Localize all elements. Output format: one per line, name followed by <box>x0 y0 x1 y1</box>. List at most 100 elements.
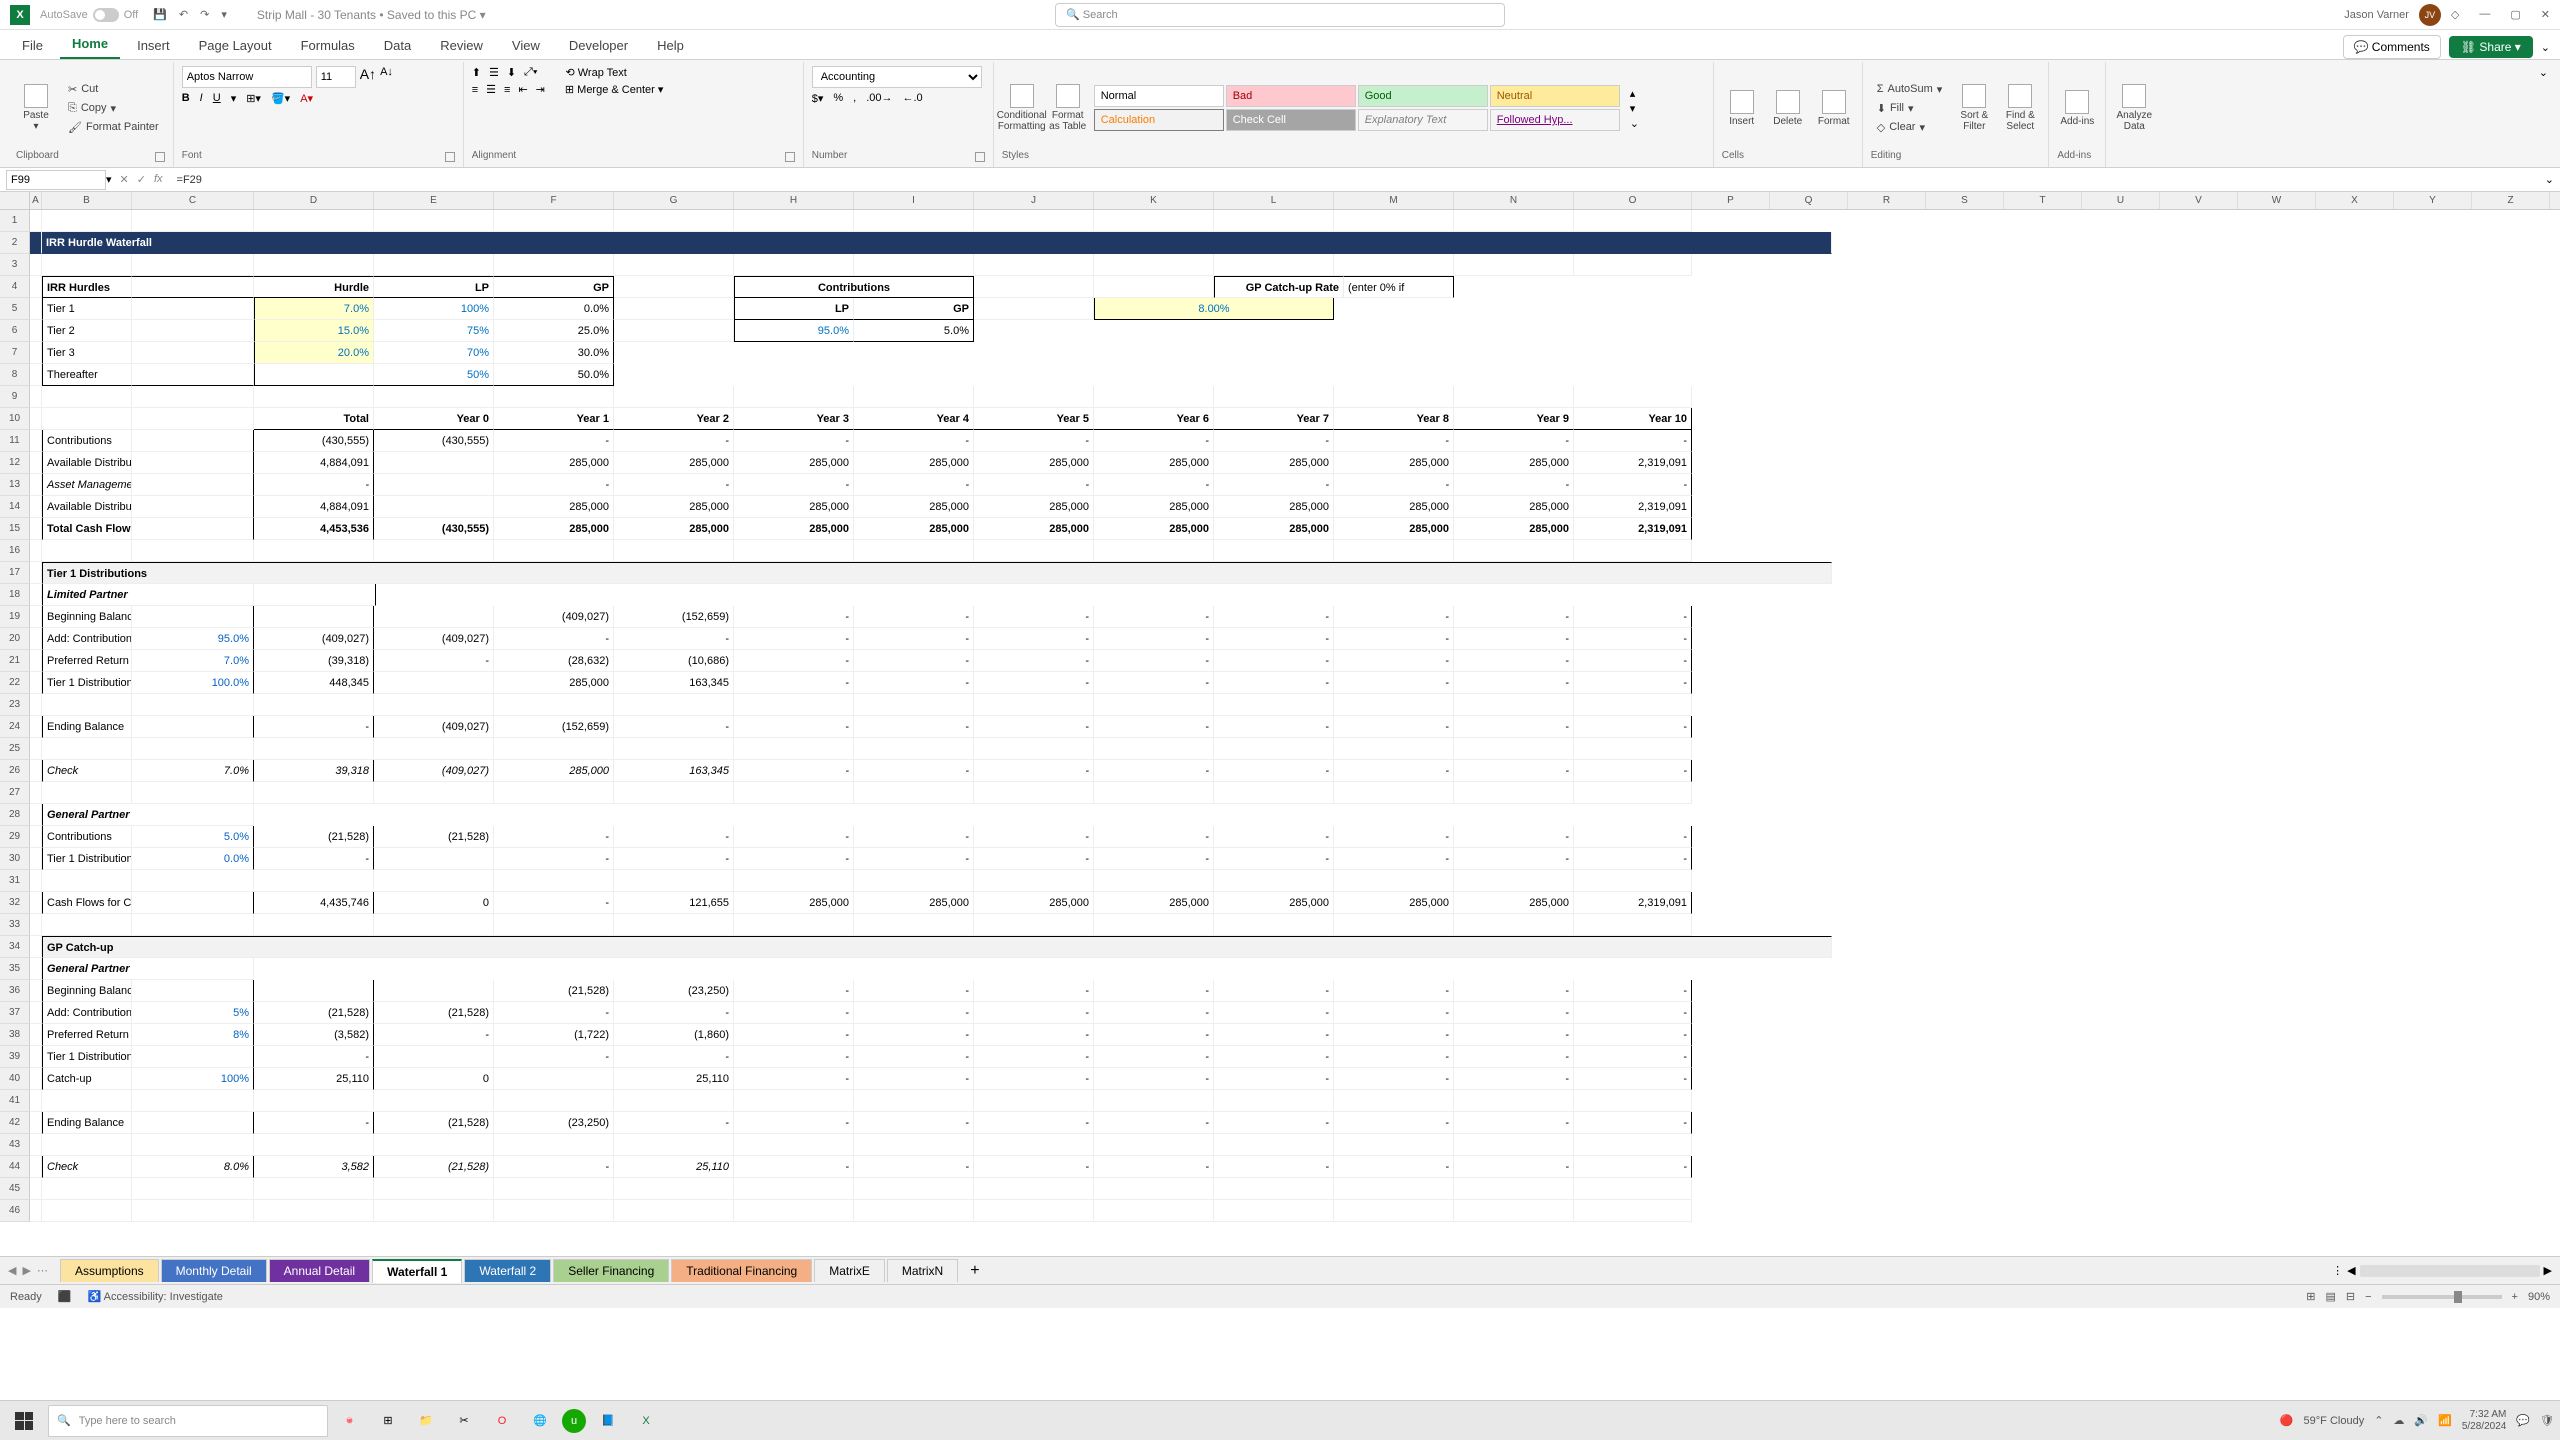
cell[interactable] <box>1334 1134 1454 1156</box>
row-header[interactable]: 40 <box>0 1068 30 1090</box>
cell[interactable]: - <box>854 716 974 738</box>
user-avatar[interactable]: JV <box>2419 4 2441 26</box>
cell[interactable]: - <box>974 650 1094 672</box>
cell[interactable] <box>30 232 42 254</box>
cell[interactable] <box>1334 1178 1454 1200</box>
cell[interactable]: - <box>1214 980 1334 1002</box>
cell[interactable]: - <box>974 1112 1094 1134</box>
cell[interactable]: 285,000 <box>1214 496 1334 518</box>
row-header[interactable]: 32 <box>0 892 30 914</box>
cell[interactable]: - <box>974 760 1094 782</box>
col-J[interactable]: J <box>974 192 1094 209</box>
cell[interactable]: Tier 1 Distributions <box>42 562 1832 584</box>
number-launcher-icon[interactable] <box>975 152 985 162</box>
cell[interactable]: 25,110 <box>614 1156 734 1178</box>
cell[interactable]: - <box>1454 430 1574 452</box>
cell[interactable]: (21,528) <box>374 1112 494 1134</box>
cell[interactable]: - <box>1334 848 1454 870</box>
merge-center-button[interactable]: ⊞ Merge & Center ▾ <box>565 83 664 96</box>
cell[interactable]: - <box>614 1112 734 1134</box>
cell[interactable] <box>1574 870 1692 892</box>
cell[interactable] <box>734 914 854 936</box>
cell[interactable] <box>1574 738 1692 760</box>
cell[interactable] <box>132 496 254 518</box>
cell[interactable]: 39,318 <box>254 760 374 782</box>
borders-button[interactable]: ⊞▾ <box>246 92 261 105</box>
cell[interactable] <box>1094 1178 1214 1200</box>
cell[interactable]: 285,000 <box>1214 452 1334 474</box>
cell[interactable] <box>614 870 734 892</box>
cell[interactable] <box>494 738 614 760</box>
row-header[interactable]: 39 <box>0 1046 30 1068</box>
col-Z[interactable]: Z <box>2472 192 2550 209</box>
cell[interactable]: - <box>1094 1068 1214 1090</box>
decrease-decimal-icon[interactable]: ←.0 <box>903 92 923 105</box>
cell[interactable] <box>132 474 254 496</box>
cell[interactable] <box>132 716 254 738</box>
cell[interactable]: - <box>974 430 1094 452</box>
delete-cells-button[interactable]: Delete <box>1768 78 1808 138</box>
cell[interactable]: - <box>1454 1156 1574 1178</box>
cell[interactable] <box>734 694 854 716</box>
cell[interactable] <box>374 980 494 1002</box>
percent-icon[interactable]: % <box>833 92 843 105</box>
cell[interactable] <box>254 870 374 892</box>
cell[interactable] <box>42 254 132 276</box>
cell[interactable]: 285,000 <box>734 496 854 518</box>
cell[interactable]: - <box>734 1068 854 1090</box>
cell[interactable] <box>854 210 974 232</box>
cell[interactable]: - <box>1574 650 1692 672</box>
sheet-nav-more-icon[interactable]: ⋯ <box>37 1264 48 1277</box>
cell[interactable]: - <box>854 430 974 452</box>
cell[interactable] <box>374 870 494 892</box>
row-header[interactable]: 11 <box>0 430 30 452</box>
row-header[interactable]: 4 <box>0 276 30 298</box>
cell[interactable]: - <box>614 826 734 848</box>
cell[interactable]: Total Cash Flows <box>42 518 132 540</box>
cell[interactable] <box>30 1024 42 1046</box>
cell[interactable]: Ending Balance <box>42 1112 132 1134</box>
cell[interactable] <box>132 1046 254 1068</box>
cell[interactable]: Year 8 <box>1334 408 1454 430</box>
cell[interactable] <box>1094 738 1214 760</box>
accessibility-status[interactable]: ♿ Accessibility: Investigate <box>88 1290 223 1303</box>
cell[interactable]: - <box>974 606 1094 628</box>
cell[interactable]: Contributions <box>734 276 974 298</box>
cell[interactable] <box>614 540 734 562</box>
cell[interactable] <box>1094 782 1214 804</box>
find-select-button[interactable]: Find & Select <box>2000 78 2040 138</box>
cell[interactable] <box>374 1200 494 1222</box>
cell[interactable] <box>854 386 974 408</box>
cell[interactable]: Ending Balance <box>42 716 132 738</box>
cell[interactable]: - <box>1094 716 1214 738</box>
cell[interactable] <box>1094 254 1214 276</box>
cell[interactable] <box>854 1178 974 1200</box>
cell[interactable]: 4,884,091 <box>254 452 374 474</box>
cell[interactable]: - <box>1334 430 1454 452</box>
cell[interactable] <box>30 716 42 738</box>
cell[interactable] <box>30 298 42 320</box>
cell[interactable]: - <box>854 1002 974 1024</box>
align-bottom-icon[interactable]: ⬇ <box>507 66 516 79</box>
cell[interactable]: 0 <box>374 1068 494 1090</box>
cell[interactable] <box>974 386 1094 408</box>
col-B[interactable]: B <box>42 192 132 209</box>
cell[interactable] <box>42 210 132 232</box>
cell[interactable] <box>132 1178 254 1200</box>
cell[interactable]: 121,655 <box>614 892 734 914</box>
cell[interactable]: - <box>1334 628 1454 650</box>
cell[interactable] <box>374 254 494 276</box>
cell[interactable]: - <box>974 1068 1094 1090</box>
cut-button[interactable]: ✂ Cut <box>62 81 165 98</box>
cell[interactable] <box>42 870 132 892</box>
cell[interactable]: - <box>1334 1002 1454 1024</box>
cell[interactable]: (21,528) <box>254 826 374 848</box>
cell[interactable]: Hurdle <box>254 276 374 298</box>
cell[interactable]: 285,000 <box>974 496 1094 518</box>
underline-button[interactable]: U <box>213 92 221 105</box>
cell[interactable] <box>42 1090 132 1112</box>
cell[interactable]: 285,000 <box>1454 452 1574 474</box>
cell[interactable] <box>30 650 42 672</box>
cell[interactable]: Total <box>254 408 374 430</box>
cell[interactable]: 2,319,091 <box>1574 892 1692 914</box>
